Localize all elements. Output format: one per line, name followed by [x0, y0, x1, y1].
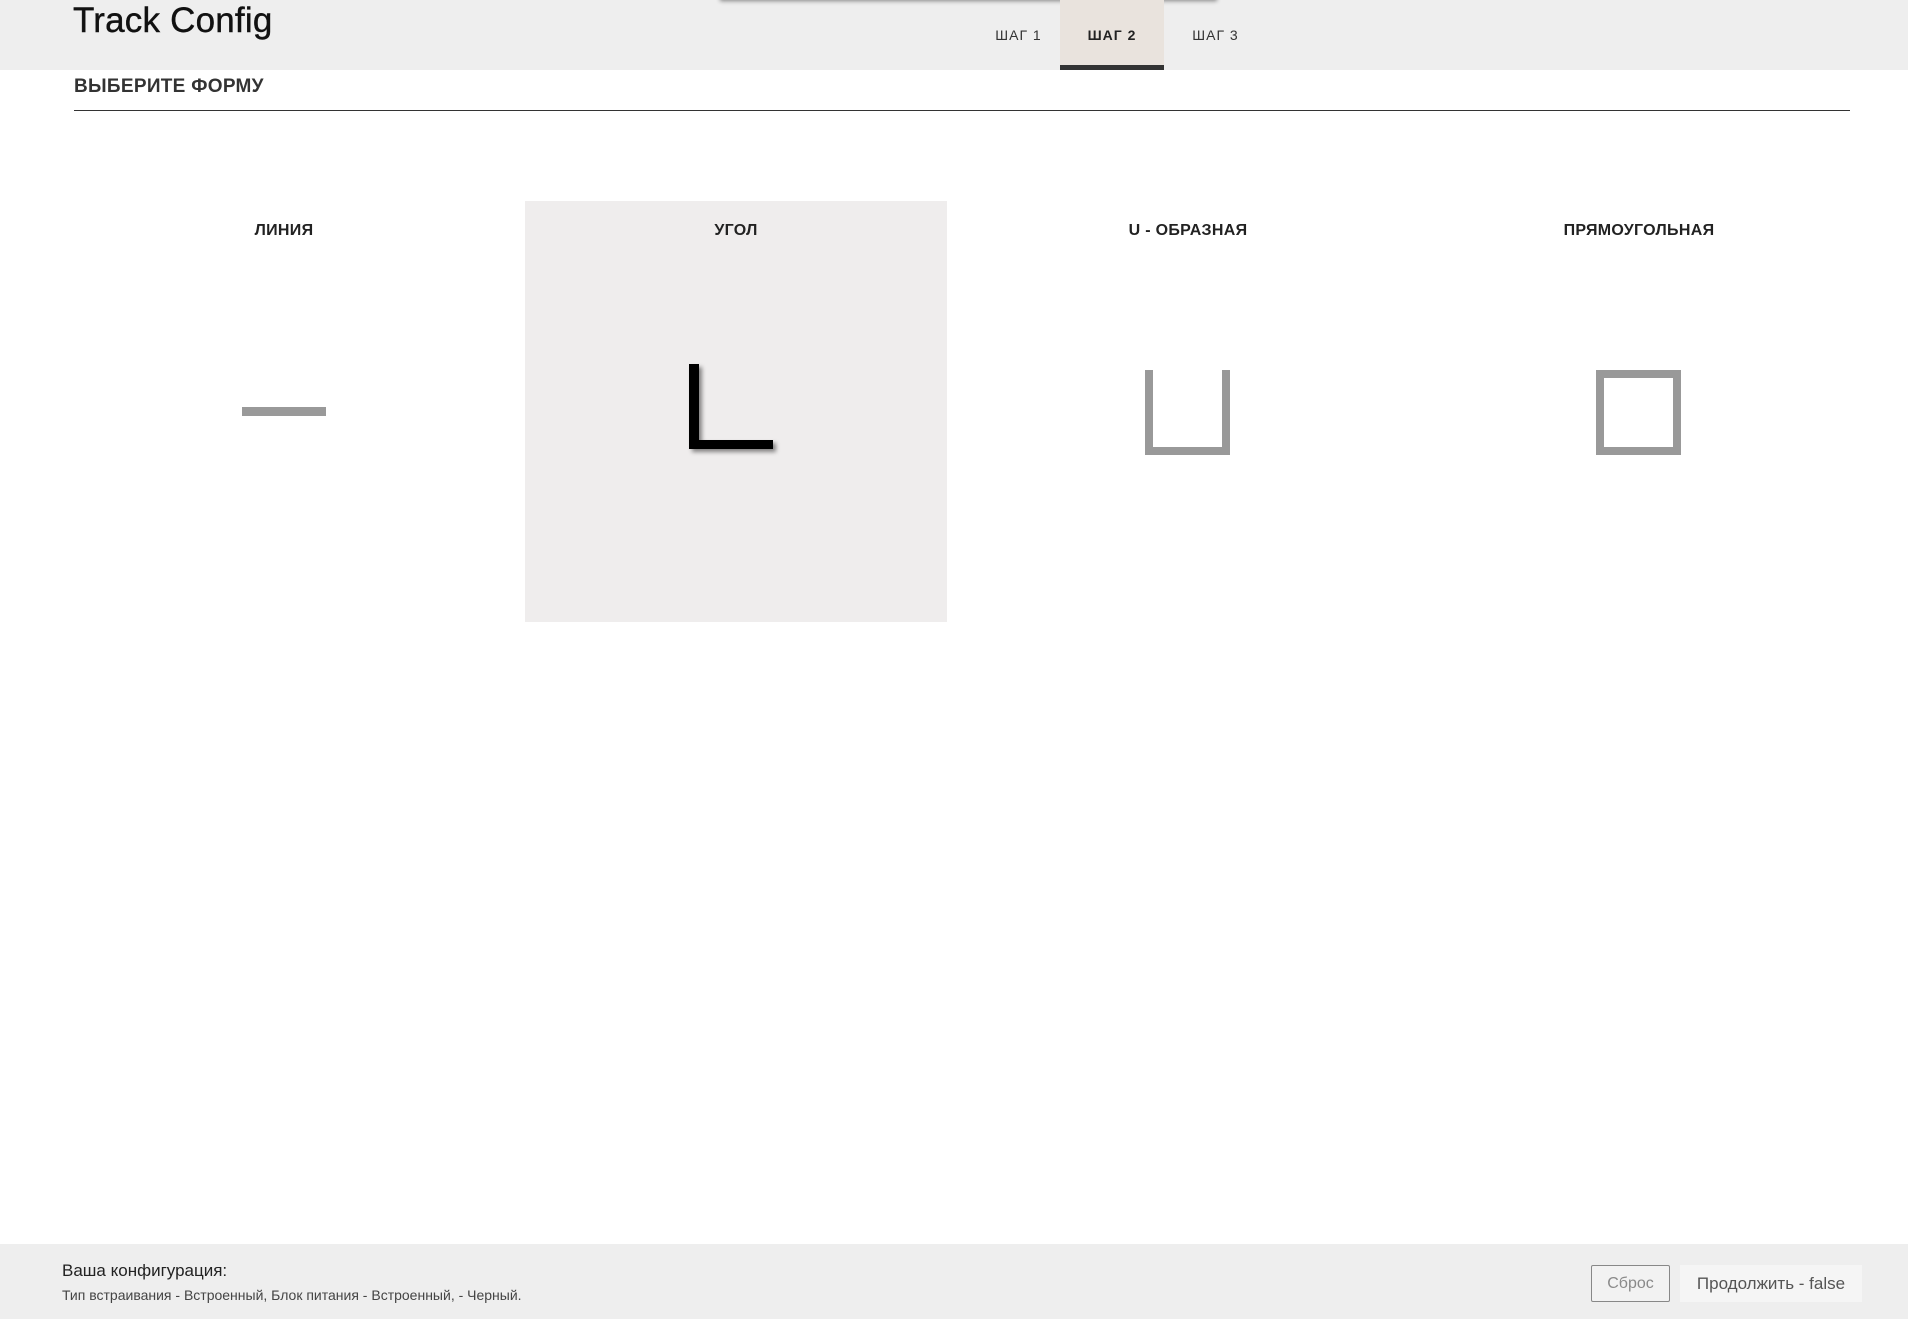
- tab-step-3[interactable]: ШАГ 3: [1164, 0, 1267, 70]
- config-title: Ваша конфигурация:: [62, 1261, 228, 1280]
- tab-step-1-label: ШАГ 1: [995, 27, 1042, 43]
- u-shape-icon: [1145, 370, 1230, 455]
- corner-shape-icon: [689, 364, 773, 449]
- shape-option-rectangle[interactable]: ПРЯМОУГОЛЬНАЯ: [1428, 201, 1850, 622]
- app-title: Track Config: [73, 1, 273, 40]
- config-summary: Тип встраивания - Встроенный, Блок питан…: [62, 1287, 522, 1303]
- shape-option-corner[interactable]: УГОЛ: [525, 201, 947, 622]
- rectangle-shape-icon: [1596, 370, 1681, 455]
- tab-step-2-label: ШАГ 2: [1087, 27, 1137, 43]
- header-bar: Track Config ШАГ 1 ШАГ 2 ШАГ 3: [0, 0, 1908, 70]
- continue-button[interactable]: Продолжить - false: [1680, 1265, 1862, 1302]
- tab-step-1[interactable]: ШАГ 1: [967, 0, 1070, 70]
- footer-bar: Ваша конфигурация: Тип встраивания - Вст…: [0, 1244, 1908, 1319]
- section-title: ВЫБЕРИТЕ ФОРМУ: [74, 76, 264, 97]
- shape-option-line[interactable]: ЛИНИЯ: [73, 201, 495, 622]
- shape-option-u[interactable]: U - ОБРАЗНАЯ: [977, 201, 1399, 622]
- reset-button[interactable]: Сброс: [1591, 1265, 1670, 1302]
- section-divider: [74, 110, 1850, 111]
- tab-step-3-label: ШАГ 3: [1192, 27, 1239, 43]
- line-shape-icon: [242, 407, 326, 416]
- tab-step-2[interactable]: ШАГ 2: [1060, 0, 1164, 70]
